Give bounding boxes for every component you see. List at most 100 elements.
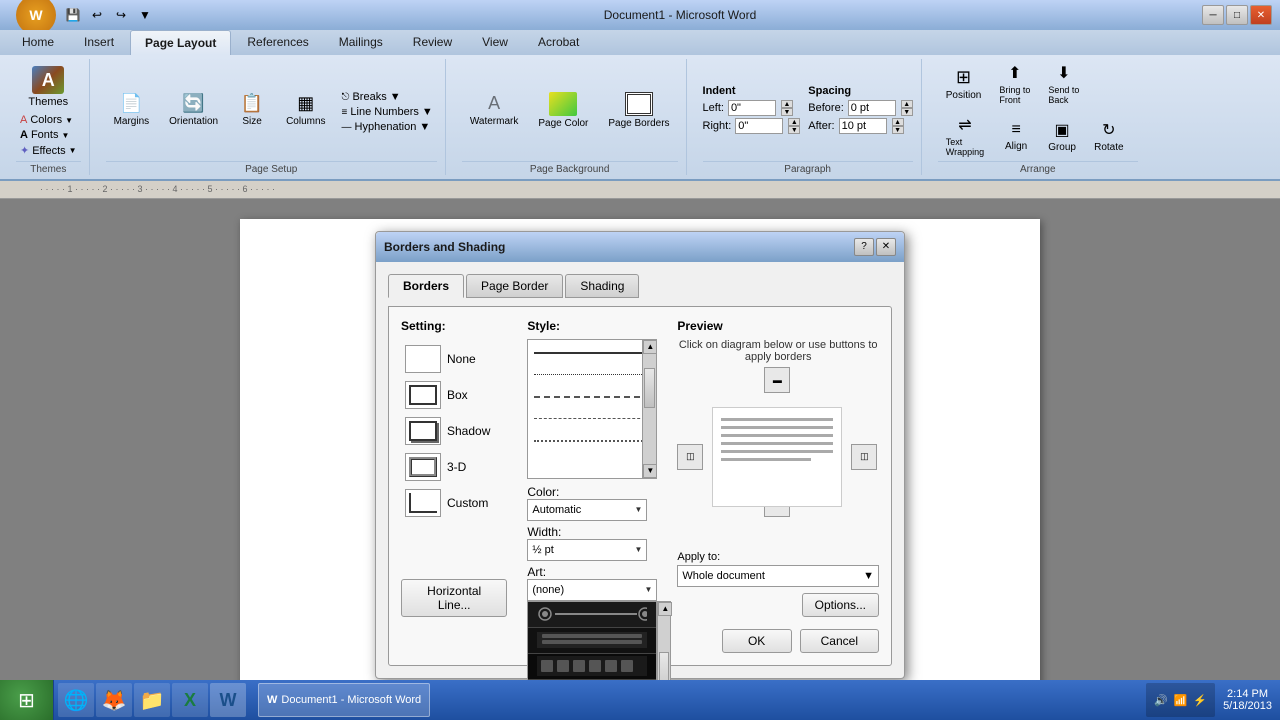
before-up[interactable]: ▲ <box>901 100 913 108</box>
scroll-up-arrow[interactable]: ▲ <box>643 340 657 354</box>
style-dotted[interactable] <box>530 364 654 386</box>
cancel-button[interactable]: Cancel <box>800 629 879 653</box>
margins-button[interactable]: 📄 Margins <box>106 89 158 131</box>
ok-button[interactable]: OK <box>722 629 792 653</box>
setting-none[interactable]: None <box>401 343 507 375</box>
options-button[interactable]: Options... <box>802 593 879 617</box>
system-clock: 2:14 PM 5/18/2013 <box>1223 688 1272 712</box>
tab-view[interactable]: View <box>468 30 522 55</box>
style-scrollbar[interactable]: ▲ ▼ <box>642 340 656 478</box>
left-indent-spinner[interactable]: ▲ ▼ <box>781 100 793 116</box>
tab-review[interactable]: Review <box>399 30 466 55</box>
clock-time: 2:14 PM <box>1223 688 1272 700</box>
group-button[interactable]: ▣Group <box>1040 116 1084 157</box>
before-spinner[interactable]: ▲ ▼ <box>901 100 913 116</box>
right-border-button[interactable]: ◫ <box>851 444 877 470</box>
before-input[interactable] <box>848 100 896 116</box>
preview-column: Preview Click on diagram below or use bu… <box>677 319 879 617</box>
hyphenation-button[interactable]: —Hyphenation ▼ <box>338 120 437 134</box>
art-pattern-row-3[interactable] <box>528 654 656 680</box>
colors-button[interactable]: A Colors ▼ <box>16 113 81 127</box>
after-spinner[interactable]: ▲ ▼ <box>892 118 904 134</box>
undo-button[interactable]: ↩ <box>86 4 108 26</box>
scroll-down-arrow[interactable]: ▼ <box>643 464 657 478</box>
start-button[interactable]: ⊞ <box>0 680 54 720</box>
firefox-icon[interactable]: 🦊 <box>96 683 132 717</box>
breaks-button[interactable]: ⎋Breaks ▼ <box>338 90 437 104</box>
left-indent-down[interactable]: ▼ <box>781 108 793 116</box>
setting-custom[interactable]: Custom <box>401 487 507 519</box>
before-down[interactable]: ▼ <box>901 108 913 116</box>
rotate-button[interactable]: ↻Rotate <box>1086 116 1131 157</box>
tab-acrobat[interactable]: Acrobat <box>524 30 593 55</box>
tab-home[interactable]: Home <box>8 30 68 55</box>
after-input[interactable] <box>839 118 887 134</box>
bring-to-front-button[interactable]: ⬆Bring toFront <box>991 59 1038 109</box>
themes-button[interactable]: A Themes <box>16 62 81 112</box>
columns-button[interactable]: ▦ Columns <box>278 89 333 131</box>
fonts-button[interactable]: A Fonts ▼ <box>16 128 81 142</box>
after-down[interactable]: ▼ <box>892 126 904 134</box>
color-value: Automatic <box>532 504 581 516</box>
right-indent-down[interactable]: ▼ <box>788 126 800 134</box>
apply-to-dropdown[interactable]: Whole document ▼ <box>677 565 879 587</box>
close-button[interactable]: ✕ <box>1250 5 1272 25</box>
line-numbers-button[interactable]: ≡Line Numbers ▼ <box>338 105 437 119</box>
maximize-button[interactable]: □ <box>1226 5 1248 25</box>
right-indent-input[interactable] <box>735 118 783 134</box>
setting-3d[interactable]: 3-D <box>401 451 507 483</box>
art-scroll-up[interactable]: ▲ <box>658 602 672 616</box>
effects-button[interactable]: ✦ Effects ▼ <box>16 143 81 158</box>
left-border-button[interactable]: ◫ <box>677 444 703 470</box>
after-up[interactable]: ▲ <box>892 118 904 126</box>
folder-icon[interactable]: 📁 <box>134 683 170 717</box>
tab-shading[interactable]: Shading <box>565 274 639 298</box>
dialog-help-button[interactable]: ? <box>854 238 874 256</box>
ie-icon[interactable]: 🌐 <box>58 683 94 717</box>
style-dashed-light[interactable] <box>530 408 654 430</box>
tab-borders[interactable]: Borders <box>388 274 464 298</box>
tab-mailings[interactable]: Mailings <box>325 30 397 55</box>
word-taskbar-item[interactable]: W Document1 - Microsoft Word <box>258 683 430 717</box>
text-wrapping-button[interactable]: ⇌TextWrapping <box>938 111 992 161</box>
word-taskbar-icon[interactable]: W <box>210 683 246 717</box>
tab-insert[interactable]: Insert <box>70 30 128 55</box>
color-dropdown[interactable]: Automatic ▼ <box>527 499 647 521</box>
scroll-thumb[interactable] <box>644 368 655 408</box>
style-solid[interactable] <box>530 342 654 364</box>
watermark-button[interactable]: A Watermark <box>462 89 527 131</box>
right-indent-up[interactable]: ▲ <box>788 118 800 126</box>
send-to-back-button[interactable]: ⬇Send toBack <box>1040 59 1087 109</box>
setting-shadow[interactable]: Shadow <box>401 415 507 447</box>
minimize-button[interactable]: ─ <box>1202 5 1224 25</box>
left-indent-input[interactable] <box>728 100 776 116</box>
width-dropdown[interactable]: ½ pt ▼ <box>527 539 647 561</box>
tab-references[interactable]: References <box>233 30 322 55</box>
art-value: (none) <box>532 584 564 596</box>
orientation-button[interactable]: 🔄 Orientation <box>161 89 226 131</box>
art-pattern-row-1[interactable] <box>528 602 656 628</box>
themes-group: A Themes A Colors ▼ A Fonts ▼ ✦ Effects … <box>8 59 90 175</box>
setting-box[interactable]: Box <box>401 379 507 411</box>
size-button[interactable]: 📋 Size <box>230 89 274 131</box>
position-button[interactable]: ⊞Position <box>938 63 990 105</box>
align-button[interactable]: ≡Align <box>994 117 1038 156</box>
customize-qat-button[interactable]: ▼ <box>134 4 156 26</box>
tab-page-border[interactable]: Page Border <box>466 274 563 298</box>
page-borders-button[interactable]: Page Borders <box>600 88 677 133</box>
tab-page-layout[interactable]: Page Layout <box>130 30 231 55</box>
save-button[interactable]: 💾 <box>62 4 84 26</box>
right-indent-spinner[interactable]: ▲ ▼ <box>788 118 800 134</box>
art-dropdown[interactable]: (none) ▼ <box>527 579 657 601</box>
left-indent-up[interactable]: ▲ <box>781 100 793 108</box>
apply-to-label: Apply to: <box>677 551 879 563</box>
top-border-button[interactable]: ▬ <box>764 367 790 393</box>
excel-icon[interactable]: X <box>172 683 208 717</box>
style-dot-dash[interactable] <box>530 430 654 452</box>
style-dashed-heavy[interactable] <box>530 386 654 408</box>
dialog-close-button[interactable]: ✕ <box>876 238 896 256</box>
page-color-button[interactable]: Page Color <box>530 88 596 133</box>
redo-button[interactable]: ↪ <box>110 4 132 26</box>
horizontal-line-button[interactable]: Horizontal Line... <box>401 579 507 617</box>
art-pattern-row-2[interactable] <box>528 628 656 654</box>
